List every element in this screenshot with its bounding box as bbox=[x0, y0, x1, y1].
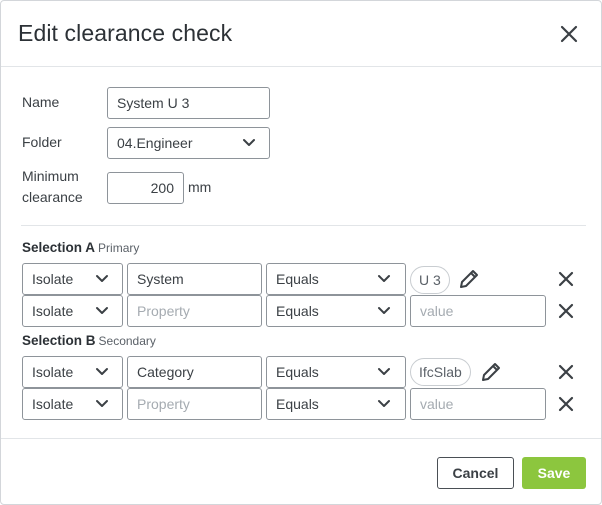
remove-row-icon[interactable] bbox=[554, 267, 578, 291]
chevron-down-icon bbox=[378, 400, 390, 407]
min-clearance-unit: mm bbox=[188, 179, 212, 195]
selection-a-title-text: Selection A bbox=[22, 240, 96, 255]
selection-b-row1-value-chip[interactable]: IfcSlab bbox=[410, 358, 471, 386]
mode-value: Isolate bbox=[32, 396, 74, 412]
name-label: Name bbox=[22, 94, 60, 110]
chevron-down-icon bbox=[96, 307, 108, 314]
selection-a-row2-mode-select[interactable]: Isolate bbox=[22, 295, 123, 327]
selection-a-title: Selection A Primary bbox=[22, 240, 139, 255]
selection-a-row1-mode-select[interactable]: Isolate bbox=[22, 263, 123, 295]
chevron-down-icon bbox=[243, 139, 255, 146]
selection-a-row1-value-chip[interactable]: U 3 bbox=[410, 266, 450, 294]
selection-b-row1-operator-select[interactable]: Equals bbox=[266, 356, 406, 388]
pencil-icon[interactable] bbox=[457, 267, 481, 291]
name-input[interactable] bbox=[107, 87, 270, 119]
selection-b-row1-property-input[interactable] bbox=[127, 356, 262, 388]
selection-b-row2-property-input[interactable] bbox=[127, 388, 262, 420]
chevron-down-icon bbox=[378, 307, 390, 314]
footer-divider bbox=[1, 438, 601, 439]
remove-row-icon[interactable] bbox=[554, 360, 578, 384]
edit-clearance-dialog: Edit clearance check Name Folder 04.Engi… bbox=[0, 0, 602, 505]
mode-value: Isolate bbox=[32, 303, 74, 319]
mode-value: Isolate bbox=[32, 271, 74, 287]
cancel-button[interactable]: Cancel bbox=[437, 457, 514, 489]
dialog-header: Edit clearance check bbox=[1, 1, 601, 67]
min-clearance-label-line2: clearance bbox=[22, 189, 83, 205]
save-button[interactable]: Save bbox=[522, 457, 586, 489]
folder-select[interactable]: 04.Engineer bbox=[107, 127, 270, 159]
pencil-icon[interactable] bbox=[479, 360, 503, 384]
selection-a-row1-operator-select[interactable]: Equals bbox=[266, 263, 406, 295]
selection-a-row2-value-input[interactable] bbox=[410, 295, 546, 327]
selection-a-subtitle: Primary bbox=[98, 241, 140, 255]
close-icon[interactable] bbox=[557, 22, 581, 46]
selection-b-title-text: Selection B bbox=[22, 333, 96, 348]
folder-label: Folder bbox=[22, 134, 62, 150]
chevron-down-icon bbox=[96, 275, 108, 282]
selection-a-row2-property-input[interactable] bbox=[127, 295, 262, 327]
section-divider bbox=[21, 225, 586, 226]
selection-a-row2-operator-select[interactable]: Equals bbox=[266, 295, 406, 327]
operator-value: Equals bbox=[276, 271, 319, 287]
folder-select-value: 04.Engineer bbox=[117, 135, 193, 151]
selection-b-row2-value-input[interactable] bbox=[410, 388, 546, 420]
remove-row-icon[interactable] bbox=[554, 299, 578, 323]
operator-value: Equals bbox=[276, 364, 319, 380]
mode-value: Isolate bbox=[32, 364, 74, 380]
selection-b-row2-operator-select[interactable]: Equals bbox=[266, 388, 406, 420]
remove-row-icon[interactable] bbox=[554, 392, 578, 416]
chevron-down-icon bbox=[378, 368, 390, 375]
dialog-title: Edit clearance check bbox=[18, 20, 233, 46]
operator-value: Equals bbox=[276, 396, 319, 412]
selection-b-subtitle: Secondary bbox=[98, 334, 156, 348]
selection-b-row1-mode-select[interactable]: Isolate bbox=[22, 356, 123, 388]
min-clearance-label-line1: Minimum bbox=[22, 168, 79, 184]
min-clearance-input[interactable] bbox=[107, 172, 184, 204]
chevron-down-icon bbox=[96, 368, 108, 375]
chevron-down-icon bbox=[96, 400, 108, 407]
selection-a-row1-property-input[interactable] bbox=[127, 263, 262, 295]
chevron-down-icon bbox=[378, 275, 390, 282]
selection-b-row2-mode-select[interactable]: Isolate bbox=[22, 388, 123, 420]
operator-value: Equals bbox=[276, 303, 319, 319]
selection-b-title: Selection B Secondary bbox=[22, 333, 156, 348]
